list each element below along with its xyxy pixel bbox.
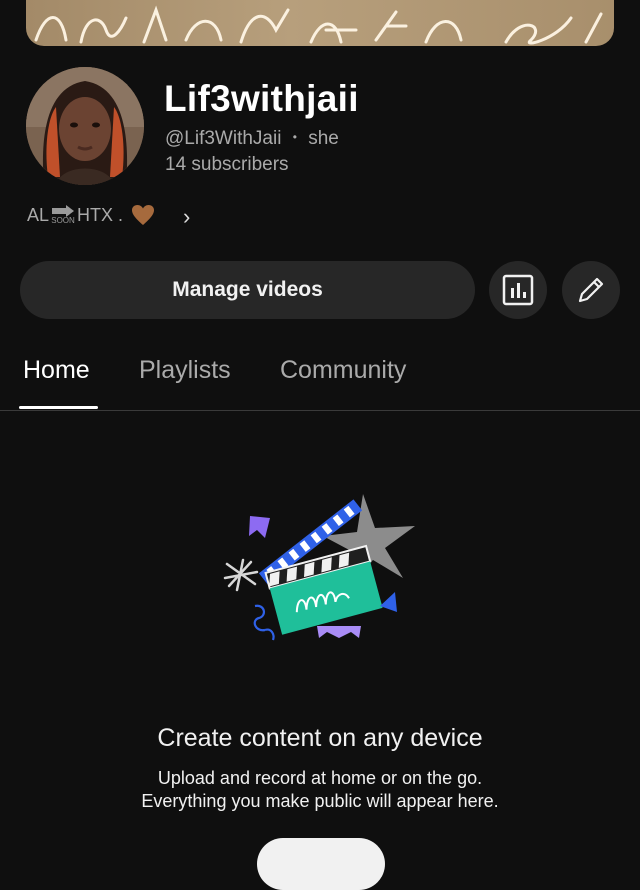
bio-from: AL [27, 204, 50, 225]
analytics-button[interactable] [489, 261, 547, 319]
bio-to: HTX . [77, 204, 124, 225]
tab-community[interactable]: Community [280, 356, 406, 385]
empty-state-title: Create content on any device [157, 724, 483, 752]
manage-videos-button[interactable]: Manage videos [20, 261, 475, 319]
channel-handle: @Lif3WithJaii [165, 128, 282, 149]
pronouns: she [308, 128, 339, 149]
active-tab-indicator [19, 406, 98, 409]
soon-arrow-emoji: SOON [51, 205, 75, 225]
channel-handle-line: @Lif3WithJaii • she [165, 128, 339, 150]
separator-dot: • [292, 130, 297, 144]
brown-heart-icon [132, 205, 155, 225]
empty-state-description: Upload and record at home or on the go. … [0, 767, 640, 813]
empty-state-line-2: Everything you make public will appear h… [141, 791, 499, 811]
tab-home[interactable]: Home [23, 356, 90, 385]
soon-label: SOON [51, 216, 75, 225]
tab-playlists[interactable]: Playlists [139, 356, 231, 385]
channel-bio[interactable]: AL SOON HTX . [27, 204, 155, 226]
create-button[interactable] [257, 838, 385, 890]
channel-tabs: Home Playlists Community [0, 350, 640, 411]
channel-name: Lif3withjaii [164, 78, 359, 119]
pencil-icon [578, 277, 604, 303]
create-content-illustration [223, 494, 415, 641]
empty-state-line-1: Upload and record at home or on the go. [157, 768, 483, 788]
edit-channel-button[interactable] [562, 261, 620, 319]
banner-art [34, 5, 603, 45]
analytics-icon [502, 274, 534, 306]
subscriber-count: 14 subscribers [165, 154, 289, 175]
chevron-right-icon[interactable]: › [183, 204, 190, 230]
avatar[interactable] [26, 67, 144, 185]
avatar-photo [26, 67, 144, 185]
channel-banner [26, 0, 614, 46]
